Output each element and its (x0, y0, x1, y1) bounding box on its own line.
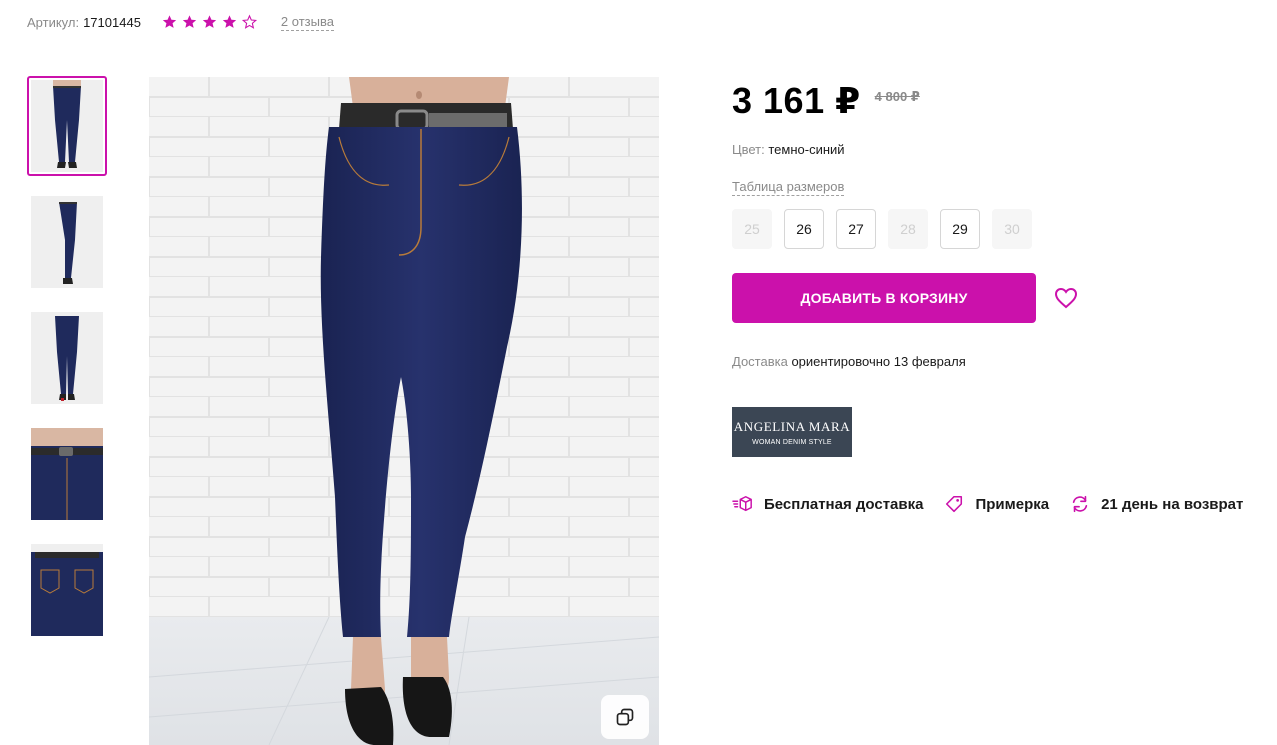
sku-label: Артикул: (27, 14, 80, 30)
price-block: 3 161 ₽ 4 800 ₽ (732, 80, 920, 122)
star-filled-icon (222, 15, 237, 28)
product-meta-row: Артикул: 17101445 2 отзыва (27, 12, 334, 32)
size-option-27[interactable]: 27 (836, 209, 876, 249)
add-to-cart-button[interactable]: ДОБАВИТЬ В КОРЗИНУ (732, 273, 1036, 323)
star-filled-icon (182, 15, 197, 28)
jeans-pocket-thumb-icon (31, 544, 103, 636)
star-empty-icon (241, 14, 257, 29)
zoom-button[interactable] (601, 695, 649, 739)
size-option-26[interactable]: 26 (784, 209, 824, 249)
delivery-date: ориентировочно 13 февраля (791, 354, 966, 369)
delivery-box-icon (732, 496, 752, 512)
perks-row: Бесплатная доставка Примерка 21 день на … (732, 494, 1243, 514)
thumbnail-waist-detail[interactable] (27, 424, 107, 524)
delivery-info: Доставка ориентировочно 13 февраля (732, 354, 966, 369)
jeans-back-thumb-icon (31, 312, 103, 404)
size-table-link[interactable]: Таблица размеров (732, 178, 845, 196)
perk-label: Бесплатная доставка (764, 495, 924, 513)
thumbnail-full-front[interactable] (27, 76, 107, 176)
tag-icon (946, 495, 963, 513)
star-filled-icon (202, 15, 217, 28)
star-filled-icon (162, 15, 177, 28)
delivery-label: Доставка (732, 354, 788, 369)
main-product-photo[interactable] (149, 77, 659, 745)
size-selector: 25 26 27 28 29 30 (732, 209, 1032, 249)
current-price: 3 161 ₽ (732, 80, 861, 121)
color-label: Цвет: (732, 142, 765, 157)
heart-icon[interactable] (1054, 287, 1078, 309)
brand-logo[interactable]: ANGELINA MARA WOMAN DENIM STYLE (732, 407, 852, 457)
rating-stars (161, 14, 258, 30)
jeans-waist-thumb-icon (31, 428, 103, 520)
size-option-30[interactable]: 30 (992, 209, 1032, 249)
perk-label: Примерка (975, 495, 1050, 513)
return-arrows-icon (1072, 495, 1088, 513)
thumbnail-gallery (27, 76, 107, 656)
jeans-side-thumb-icon (31, 196, 103, 288)
sku-value: 17101445 (83, 14, 141, 30)
copy-icon (616, 708, 634, 726)
perk-returns: 21 день на возврат (1069, 494, 1243, 514)
jeans-front-thumb-icon (31, 80, 103, 172)
jeans-product-image (149, 77, 659, 745)
color-info: Цвет: темно-синий (732, 142, 845, 157)
perk-label: 21 день на возврат (1101, 495, 1244, 513)
reviews-link[interactable]: 2 отзыва (280, 14, 334, 31)
color-value: темно-синий (768, 142, 845, 157)
thumbnail-back-pocket[interactable] (27, 540, 107, 640)
brand-name: ANGELINA MARA (733, 418, 851, 434)
perk-free-delivery: Бесплатная доставка (732, 494, 923, 514)
perk-try-on: Примерка (943, 494, 1049, 514)
thumbnail-back[interactable] (27, 308, 107, 408)
size-option-29[interactable]: 29 (940, 209, 980, 249)
brand-tagline: WOMAN DENIM STYLE (752, 438, 832, 446)
size-option-28[interactable]: 28 (888, 209, 928, 249)
size-option-25[interactable]: 25 (732, 209, 772, 249)
thumbnail-side[interactable] (27, 192, 107, 292)
old-price: 4 800 ₽ (874, 89, 920, 104)
